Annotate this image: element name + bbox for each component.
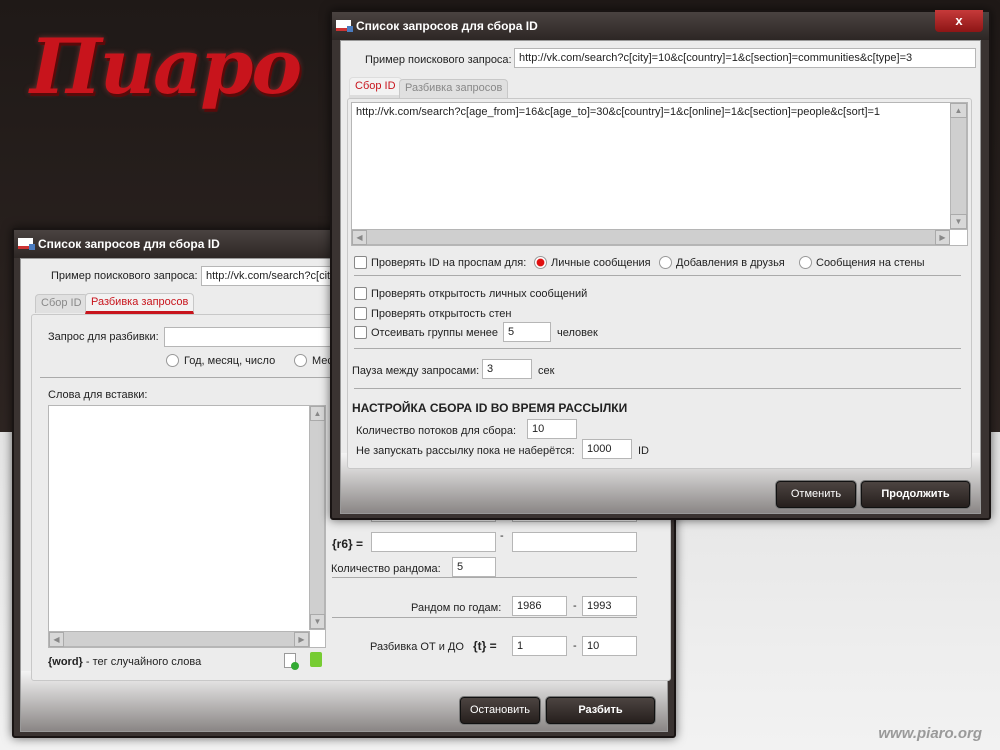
radio-friend-adds[interactable] — [659, 256, 672, 269]
split-label: Разбивка ОТ и ДО — [370, 641, 464, 653]
divider — [354, 388, 961, 389]
scroll-right-icon[interactable]: ▶ — [294, 632, 309, 647]
window-title: Список запросов для сбора ID — [356, 19, 538, 33]
scroll-left-icon[interactable]: ◀ — [49, 632, 64, 647]
check-pm-checkbox[interactable] — [354, 287, 367, 300]
word-tag: {word} — [48, 656, 83, 668]
random-count-label: Количество рандома: — [331, 563, 441, 575]
app-icon — [336, 20, 353, 32]
filter-groups-input[interactable]: 5 — [503, 322, 551, 342]
pause-input[interactable]: 3 — [482, 359, 532, 379]
pause-label: Пауза между запросами: — [352, 365, 480, 377]
tab-collect-id[interactable]: Сбор ID — [349, 77, 402, 98]
filter-groups-label: Отсеивать группы менее — [371, 327, 499, 339]
front-window: Список запросов для сбора ID x Пример пои… — [330, 10, 991, 520]
add-file-icon[interactable] — [284, 653, 299, 670]
words-textarea[interactable]: ▲ ▼ ◀ ▶ — [48, 405, 326, 648]
check-walls-checkbox[interactable] — [354, 307, 367, 320]
radio-ymd[interactable] — [166, 354, 179, 367]
scroll-down-icon[interactable]: ▼ — [950, 214, 967, 229]
tab-split-queries[interactable]: Разбивка запросов — [399, 79, 509, 98]
collect-panel: http://vk.com/search?c[age_from]=16&c[ag… — [347, 98, 972, 469]
tab-collect-id[interactable]: Сбор ID — [35, 294, 88, 313]
close-button[interactable]: x — [935, 10, 983, 32]
scroll-up-icon[interactable]: ▲ — [310, 406, 325, 421]
tab-split-queries[interactable]: Разбивка запросов — [85, 293, 195, 314]
window-body: Пример поискового запроса: http://vk.com… — [340, 40, 981, 514]
r6-dash: - — [500, 530, 504, 542]
word-tag-desc: - тег случайного слова — [82, 656, 202, 668]
filter-groups-checkbox[interactable] — [354, 326, 367, 339]
sample-label: Пример поискового запроса: — [365, 54, 512, 66]
sample-input[interactable]: http://vk.com/search?c[cit — [201, 266, 341, 286]
year-to-input[interactable]: 1993 — [582, 596, 637, 616]
min-ids-label: Не запускать рассылку пока не наберётся: — [356, 445, 575, 457]
app-icon — [18, 238, 35, 250]
filter-unit: человек — [557, 327, 598, 339]
years-label: Рандом по годам: — [411, 602, 502, 614]
radio-private-messages-label: Личные сообщения — [551, 257, 651, 269]
divider — [354, 348, 961, 349]
check-walls-label: Проверять открытость стен — [371, 308, 512, 320]
check-pm-label: Проверять открытость личных сообщений — [371, 288, 588, 300]
stop-button[interactable]: Остановить — [460, 697, 540, 724]
horizontal-scrollbar[interactable] — [49, 631, 310, 647]
vertical-scrollbar[interactable] — [950, 103, 967, 230]
split-button[interactable]: Разбить — [546, 697, 655, 724]
words-label: Слова для вставки: — [48, 389, 148, 401]
logo: Пиаро — [30, 22, 302, 111]
threads-input[interactable]: 10 — [527, 419, 577, 439]
spam-check-label: Проверять ID на проспам для: — [371, 257, 527, 269]
scroll-down-icon[interactable]: ▼ — [310, 614, 325, 629]
radio-ymd-label: Год, месяц, число — [184, 355, 276, 367]
pause-unit: сек — [538, 365, 555, 377]
split-to-input[interactable]: 10 — [582, 636, 637, 656]
sample-label: Пример поискового запроса: — [51, 270, 198, 282]
random-count-input[interactable]: 5 — [452, 557, 496, 577]
horizontal-scrollbar[interactable] — [352, 229, 950, 245]
divider — [332, 577, 637, 578]
cancel-button[interactable]: Отменить — [776, 481, 856, 508]
query-label: Запрос для разбивки: — [48, 331, 159, 343]
recycle-bin-icon[interactable] — [310, 652, 322, 667]
sample-input[interactable]: http://vk.com/search?c[city]=10&c[countr… — [514, 48, 976, 68]
divider — [40, 377, 340, 378]
min-ids-unit: ID — [638, 445, 649, 457]
radio-month[interactable] — [294, 354, 307, 367]
scroll-right-icon[interactable]: ▶ — [935, 230, 950, 245]
vertical-scrollbar[interactable] — [309, 406, 325, 630]
radio-wall-posts[interactable] — [799, 256, 812, 269]
year-from-input[interactable]: 1986 — [512, 596, 567, 616]
split-dash: - — [573, 640, 577, 652]
r6-label: {r6} = — [332, 537, 364, 551]
window-title: Список запросов для сбора ID — [38, 237, 220, 251]
split-from-input[interactable]: 1 — [512, 636, 567, 656]
min-ids-input[interactable]: 1000 — [582, 439, 632, 459]
spam-check-checkbox[interactable] — [354, 256, 367, 269]
radio-friend-adds-label: Добавления в друзья — [676, 257, 785, 269]
watermark: www.piaro.org — [878, 725, 982, 742]
continue-button[interactable]: Продолжить — [861, 481, 970, 508]
section-heading: НАСТРОЙКА СБОРА ID ВО ВРЕМЯ РАССЫЛКИ — [352, 401, 628, 415]
r6-to-input[interactable] — [512, 532, 637, 552]
urls-text: http://vk.com/search?c[age_from]=16&c[ag… — [356, 106, 881, 118]
radio-wall-posts-label: Сообщения на стены — [816, 257, 925, 269]
split-tag: {t} = — [473, 639, 497, 653]
threads-label: Количество потоков для сбора: — [356, 425, 517, 437]
years-dash: - — [573, 600, 577, 612]
radio-private-messages[interactable] — [534, 256, 547, 269]
scroll-left-icon[interactable]: ◀ — [352, 230, 367, 245]
title-bar[interactable]: Список запросов для сбора ID x — [332, 10, 989, 40]
divider — [332, 617, 637, 618]
divider — [354, 275, 961, 276]
scroll-up-icon[interactable]: ▲ — [950, 103, 967, 118]
urls-textarea[interactable]: http://vk.com/search?c[age_from]=16&c[ag… — [351, 102, 968, 246]
r6-from-input[interactable] — [371, 532, 496, 552]
